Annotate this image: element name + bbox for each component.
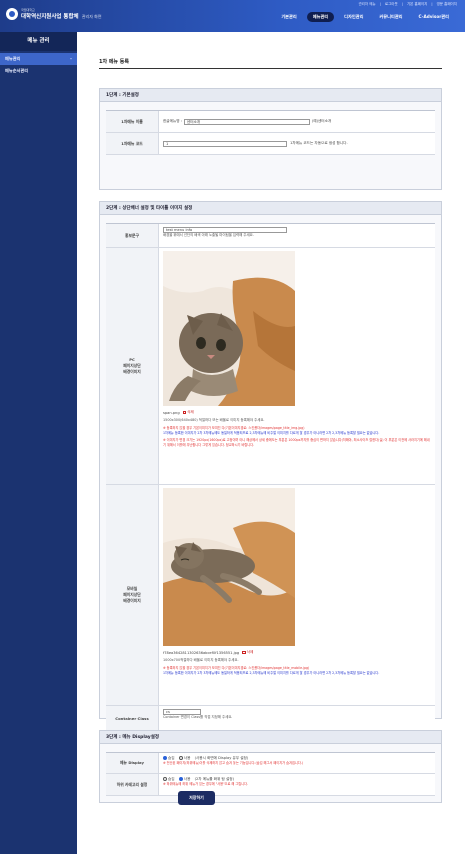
menu-name-input[interactable]: 센터소개	[183, 118, 310, 125]
cat-photo-pc	[163, 251, 295, 406]
menu-display-label: 메뉴 Display	[106, 753, 159, 773]
mobile-delete-checkbox[interactable]	[242, 650, 246, 655]
display-warning: ※ 전산된 페이지(하위메뉴)이를 삭제하지 않고 숨겨 놓는 기능입니다.(숨…	[163, 761, 304, 765]
top-link-logout[interactable]: 로그아웃	[385, 2, 398, 7]
logo-title: 대학역신지원사업 통합체	[21, 14, 79, 20]
table-row: 모바일 페이지상단 배경이미지 f78ea3642811302636abcef0…	[106, 485, 435, 706]
table-row: 메뉴 Display 숨김 사용 (사용시 화면에 Display 유무 설정)…	[106, 753, 435, 774]
display-hide-label: 숨김	[168, 756, 175, 760]
section3-title: 3단계 : 메뉴 Display설정	[100, 731, 441, 744]
sub-warning: ※ 하위메뉴에 하위 메뉴가 있는 경우에 "사용"으로 해 그립니다.	[163, 782, 249, 786]
menu-name-prefix: 한글메뉴명 :	[163, 119, 182, 123]
gnb-cadvisor[interactable]: C-Advisor관리	[413, 12, 455, 22]
sub-category-label: 하위 카테고리 설정	[106, 774, 159, 795]
save-button[interactable]: 저장하기	[178, 791, 215, 805]
sidebar-item-menu-order[interactable]: 메뉴순서관리	[0, 65, 77, 77]
section1-title: 1단계 : 기본설정	[100, 89, 441, 102]
sub-use-label: 사용	[183, 777, 191, 781]
gnb-community[interactable]: 커뮤니티관리	[373, 12, 408, 22]
sub-hide-radio[interactable]	[163, 777, 167, 781]
menu-name-label: 1차메뉴 이름	[106, 111, 159, 132]
cat-photo-mobile	[163, 488, 295, 646]
menu-code-input[interactable]: 1	[163, 140, 287, 147]
sidebar-item-label: 메뉴관리	[5, 56, 21, 61]
sidebar-item-label: 메뉴순서관리	[5, 68, 29, 73]
menu-name-hint: (예)센터소개	[311, 119, 332, 123]
top-link-english[interactable]: 영문 홈페이지	[437, 2, 457, 7]
display-description: (사용시 화면에 Display 유무 설정)	[194, 756, 249, 760]
display-settings-table: 메뉴 Display 숨김 사용 (사용시 화면에 Display 유무 설정)…	[106, 752, 435, 796]
table-row: 1차메뉴 코드 1 1차메뉴 코드는 자동으로 생성 합니다.	[106, 133, 435, 155]
container-class-label: Container Class	[106, 706, 159, 732]
menu-code-label: 1차메뉴 코드	[106, 133, 159, 154]
display-hide-radio[interactable]	[163, 756, 167, 760]
logo-subtitle: 국립대학교	[21, 8, 35, 12]
slogan-note: 배경을 위에서 선단의 배색 아래 노출될 마이팀을 입력해 주세요.	[163, 233, 254, 237]
sub-use-radio[interactable]	[178, 777, 183, 781]
pc-banner-label: PC 페이지상단 배경이미지	[106, 248, 159, 484]
top-header: 국립대학교 대학역신지원사업 통합체 관리자 화면 관리자 메뉴 | 로그아웃 | …	[0, 0, 465, 32]
mobile-banner-label: 모바일 페이지상단 배경이미지	[106, 485, 159, 705]
pc-size-note: 1500x300(640x480) 적절하다 또는 배율로 이미지 등록해야 주…	[163, 418, 265, 422]
banner-settings-table: 홍보문구 test menu info 배경을 위에서 선단의 배색 아래 노출…	[106, 223, 435, 733]
top-link-home[interactable]: 기본 홈페이지	[407, 2, 427, 7]
pc-delete-label: 삭제	[187, 410, 194, 414]
mobile-file-name: f78ea3642811302636abcef0f1356551.jpg	[163, 650, 240, 655]
mobile-banner-image	[163, 488, 295, 646]
table-row: 하위 카테고리 설정 숨김 사용 (2차 메뉴를 화위 탐 설정) ※ 하위메뉴…	[106, 774, 435, 796]
gnb-design[interactable]: 디자인관리	[338, 12, 369, 22]
top-utility-links: 관리자 메뉴 | 로그아웃 | 기본 홈페이지 | 영문 홈페이지	[358, 2, 457, 7]
table-row: 홍보문구 test menu info 배경을 위에서 선단의 배색 아래 노출…	[106, 224, 435, 248]
basic-settings-table: 1차메뉴 이름 한글메뉴명 : 센터소개 (예)센터소개 1차메뉴 코드 1 1…	[106, 110, 435, 155]
table-row: Container Class cs Container 변경이 Class를 …	[106, 706, 435, 733]
mobile-size-note: 1000x700적절하다 배율로 이미지 등록해야 주세요.	[163, 658, 239, 662]
gnb-basic[interactable]: 기본관리	[275, 12, 302, 22]
logo-emblem-icon	[6, 8, 18, 20]
sub-description: (2차 메뉴를 화위 탐 설정)	[194, 777, 234, 781]
title-divider	[99, 68, 442, 69]
section2-title: 2단계 : 상단배너 설정 및 타이틀 이미지 설정	[100, 202, 441, 215]
table-row: 1차메뉴 이름 한글메뉴명 : 센터소개 (예)센터소개	[106, 111, 435, 133]
section-display-settings: 3단계 : 메뉴 Display설정 메뉴 Display 숨김 사용 (사용시…	[99, 730, 442, 803]
mobile-delete-label: 삭제	[246, 650, 254, 654]
gnb-menu[interactable]: 메뉴관리	[306, 12, 335, 22]
collapse-icon: –	[70, 56, 72, 61]
main-content: 1차 메뉴 등록 1단계 : 기본설정 1차메뉴 이름 한글메뉴명 : 센터소개…	[77, 32, 465, 854]
pc-file-name: span.png	[163, 410, 180, 415]
slogan-label: 홍보문구	[106, 224, 159, 247]
site-logo[interactable]: 국립대학교 대학역신지원사업 통합체 관리자 화면	[6, 8, 102, 20]
pc-delete-checkbox[interactable]	[182, 410, 187, 415]
sidebar-title: 메뉴 관리	[0, 32, 77, 51]
sidebar: 메뉴 관리 메뉴관리 – 메뉴순서관리	[0, 32, 77, 854]
menu-code-hint: 1차메뉴 코드는 자동으로 생성 합니다.	[290, 141, 348, 145]
display-use-radio[interactable]	[178, 756, 183, 760]
mobile-apply-note: 1차메뉴 등록한 이미지가 2차 3차메뉴에도 동일하게 적용되므로 2,3차메…	[163, 670, 380, 675]
sidebar-item-menu-manage[interactable]: 메뉴관리 –	[0, 53, 77, 65]
table-row: PC 페이지상단 배경이미지 span.png 삭제 1500x300(640x…	[106, 248, 435, 485]
pc-size-warning: ※ 이미지가 변경 크기는 1920px(1600px)로 고정이며 아니 해상…	[163, 438, 430, 447]
section-basic-settings: 1단계 : 기본설정 1차메뉴 이름 한글메뉴명 : 센터소개 (예)센터소개 …	[99, 88, 442, 190]
container-class-note: Container 변경이 Class를 직접 지정해 주세요.	[163, 715, 233, 719]
page-title: 1차 메뉴 등록	[99, 59, 129, 65]
logo-admin-label: 관리자 화면	[81, 14, 102, 19]
section-banner-settings: 2단계 : 상단배너 설정 및 타이틀 이미지 설정 홍보문구 test men…	[99, 201, 442, 733]
pc-apply-note: 1차메뉴 등록한 이미지가 2차 3차메뉴에도 동일하게 적용되므로 2,3차메…	[163, 430, 380, 435]
main-navigation: 기본관리 메뉴관리 디자인관리 커뮤니티관리 C-Advisor관리	[271, 12, 455, 22]
display-use-label: 사용	[183, 756, 191, 760]
top-link-admin[interactable]: 관리자 메뉴	[358, 2, 375, 7]
pc-banner-image	[163, 251, 295, 406]
sub-hide-label: 숨김	[168, 777, 175, 781]
